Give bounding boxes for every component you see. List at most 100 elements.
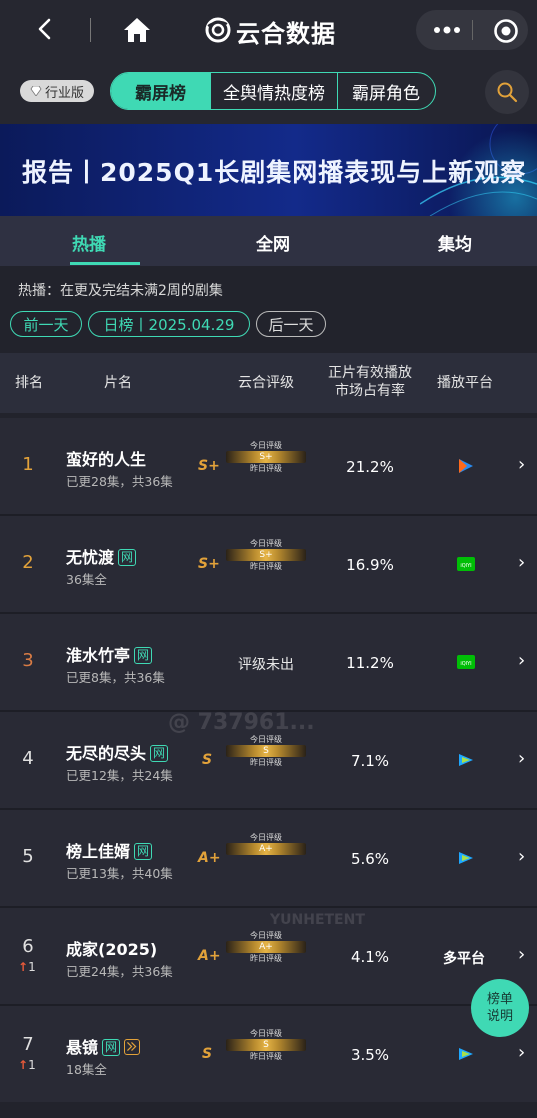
prev-day-button[interactable]: 前一天	[10, 311, 82, 337]
header-platform: 播放平台	[437, 375, 493, 391]
rank-number: 7	[22, 1034, 34, 1055]
show-title-text: 无忧渡	[66, 548, 115, 567]
tencent-video-icon	[456, 750, 476, 770]
rating-grade: A+	[198, 948, 221, 964]
web-drama-badge: 网	[134, 647, 153, 664]
svg-text:iQIYI: iQIYI	[460, 661, 471, 667]
today-rating-label: 今日评级	[250, 735, 282, 744]
rating-gauge: 今日评级 S+ 昨日评级	[226, 538, 306, 590]
market-share: 7.1%	[350, 752, 390, 770]
ranking-explanation-button[interactable]: 榜单 说明	[471, 979, 529, 1037]
back-arrow-icon[interactable]	[34, 18, 56, 40]
rank-number: 6	[22, 936, 34, 957]
rating-gauge: 今日评级 A+	[226, 832, 306, 884]
segment-yuqing-heat[interactable]: 全舆情热度榜	[210, 73, 337, 109]
chevron-right-icon[interactable]: ›	[518, 944, 525, 965]
yesterday-rating-label: 昨日评级	[250, 1052, 282, 1061]
close-target-icon[interactable]	[493, 18, 519, 44]
exclusive-play-icon	[124, 1039, 141, 1055]
watermark-number: @ 737961...	[168, 710, 315, 735]
filter-description: 热播：在更及完结未满2周的剧集	[18, 283, 223, 299]
today-rating-label: 今日评级	[250, 833, 282, 842]
tencent-video-icon	[456, 1044, 476, 1064]
rating-gauge: 今日评级 S 昨日评级	[226, 734, 306, 786]
fab-line2: 说明	[486, 1009, 513, 1024]
rating-grade: S+	[198, 556, 220, 572]
header-rank: 排名	[15, 375, 43, 391]
yesterday-rating-label: 昨日评级	[250, 954, 282, 963]
industry-edition-badge[interactable]: 行业版	[20, 80, 94, 102]
app-title: 云合数据	[236, 20, 336, 48]
rating-gauge: 今日评级 A+ 昨日评级	[226, 930, 306, 982]
episode-info: 已更24集，共36集	[66, 964, 173, 979]
today-rating-label: 今日评级	[250, 1029, 282, 1038]
yesterday-rating-label: 昨日评级	[250, 562, 282, 571]
web-drama-badge: 网	[134, 843, 153, 860]
search-button[interactable]	[485, 70, 529, 114]
show-title-text: 悬镜	[66, 1038, 99, 1057]
date-picker[interactable]: 日榜丨2025.04.29	[88, 311, 250, 337]
market-share: 11.2%	[346, 654, 394, 672]
header-share-line1: 正片有效播放	[328, 365, 412, 381]
tab-hot[interactable]: 热播	[72, 230, 106, 255]
rank-number: 2	[22, 552, 34, 573]
header-rating: 云合评级	[238, 375, 294, 391]
show-title[interactable]: 无尽的尽头网	[66, 740, 169, 764]
rank-change: ↑1	[18, 1058, 36, 1072]
market-share: 21.2%	[346, 458, 394, 476]
episode-info: 36集全	[66, 572, 107, 587]
diamond-icon	[30, 86, 42, 96]
next-day-button[interactable]: 后一天	[256, 311, 326, 337]
show-title-text: 淮水竹亭	[66, 646, 131, 665]
show-title-text: 榜上佳婿	[66, 842, 131, 861]
show-title[interactable]: 悬镜网	[66, 1034, 141, 1058]
rank-up-arrow-icon: ↑	[18, 960, 29, 974]
home-icon[interactable]	[122, 16, 152, 44]
chevron-right-icon[interactable]: ›	[518, 846, 525, 867]
rating-gauge: 今日评级 S+ 昨日评级	[226, 440, 306, 492]
web-drama-badge: 网	[150, 745, 169, 762]
rating-bar: S+	[226, 451, 306, 463]
yesterday-rating-label: 昨日评级	[250, 464, 282, 473]
rating-bar: A+	[226, 941, 306, 953]
show-title[interactable]: 榜上佳婿网	[66, 838, 153, 862]
today-rating-label: 今日评级	[250, 539, 282, 548]
show-title[interactable]: 淮水竹亭网	[66, 642, 153, 666]
svg-text:iQIYI: iQIYI	[460, 563, 471, 569]
show-title[interactable]: 蛮好的人生	[66, 446, 146, 470]
segment-bapingbang[interactable]: 霸屏榜	[111, 73, 210, 109]
rank-number: 5	[22, 846, 34, 867]
chevron-right-icon[interactable]: ›	[518, 650, 525, 671]
search-icon	[497, 82, 518, 103]
tab-all-network[interactable]: 全网	[256, 230, 290, 255]
web-drama-badge: 网	[102, 1039, 121, 1056]
chevron-right-icon[interactable]: ›	[518, 552, 525, 573]
rating-grade: S	[202, 752, 213, 768]
market-share: 16.9%	[346, 556, 394, 574]
watermark-brand: YUNHETENT	[270, 912, 365, 928]
nav-divider	[90, 18, 91, 42]
show-title-text: 无尽的尽头	[66, 744, 147, 763]
today-rating-label: 今日评级	[250, 931, 282, 940]
rating-grade: S+	[198, 458, 220, 474]
show-title[interactable]: 成家(2025)	[66, 936, 157, 960]
chevron-right-icon[interactable]: ›	[518, 1042, 525, 1063]
rank-change: ↑1	[18, 960, 36, 974]
active-tab-indicator	[70, 262, 140, 265]
rank-number: 1	[22, 454, 34, 475]
segment-baping-role[interactable]: 霸屏角色	[337, 73, 434, 109]
web-drama-badge: 网	[118, 549, 137, 566]
chevron-right-icon[interactable]: ›	[518, 748, 525, 769]
show-title[interactable]: 无忧渡网	[66, 544, 137, 568]
rating-bar: S	[226, 1039, 306, 1051]
rating-grade: S	[202, 1046, 213, 1062]
more-options-icon[interactable]	[432, 22, 462, 38]
platform-text: 多平台	[443, 951, 485, 967]
market-share: 5.6%	[350, 850, 390, 868]
fab-line1: 榜单	[486, 992, 513, 1007]
episode-info: 18集全	[66, 1062, 107, 1077]
chevron-right-icon[interactable]: ›	[518, 454, 525, 475]
capsule-divider	[472, 20, 473, 40]
tencent-video-icon	[456, 848, 476, 868]
tab-per-episode[interactable]: 集均	[438, 230, 472, 255]
